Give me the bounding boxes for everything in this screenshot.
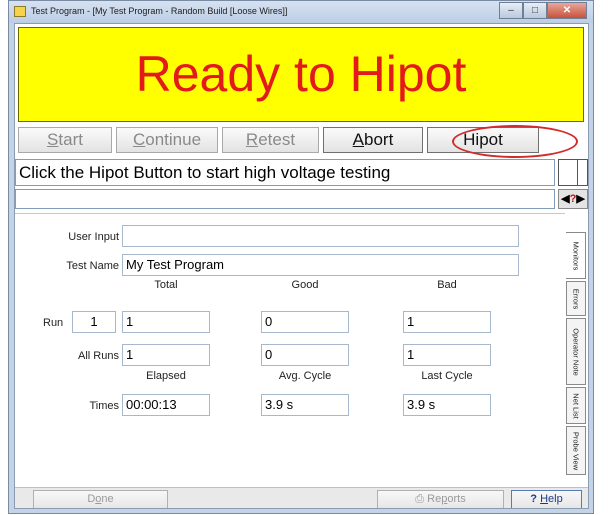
retest-button[interactable]: Retest [222, 127, 319, 153]
good-header: Good [291, 279, 319, 291]
last-cycle-field: 3.9 s [403, 394, 491, 416]
run-total-field: 1 [122, 311, 210, 333]
retest-button-label: etest [258, 130, 296, 149]
tab-net-list-label: Net List [571, 392, 581, 419]
instruction-message: Click the Hipot Button to start high vol… [15, 159, 555, 186]
tab-errors[interactable]: Errors [566, 281, 586, 316]
message-indicator-box [558, 159, 588, 186]
done-label-post: ne [101, 493, 114, 505]
times-label: Times [89, 400, 119, 412]
test-name-field[interactable]: My Test Program [122, 254, 519, 276]
abort-button-label: bort [364, 130, 394, 149]
close-button[interactable]: ✕ [547, 2, 587, 19]
avg-cycle-header: Avg. Cycle [278, 370, 332, 382]
elapsed-header: Elapsed [146, 370, 186, 382]
total-header: Total [154, 279, 178, 291]
continue-button[interactable]: Continue [116, 127, 218, 153]
test-toolbar: Start Continue Retest Abort Hipot [18, 127, 543, 155]
tab-net-list[interactable]: Net List [566, 387, 586, 424]
run-good-field: 0 [261, 311, 349, 333]
user-input-label: User Input [68, 231, 119, 243]
done-button[interactable]: Done [33, 490, 168, 508]
message-nav[interactable]: ◀?▶ [558, 189, 588, 209]
prev-arrow-icon[interactable]: ◀ [561, 193, 569, 205]
help-label-post: elp [548, 493, 563, 505]
start-button-label: tart [58, 130, 83, 149]
reports-label-pre: Re [424, 493, 442, 505]
tab-monitors-label: Monitors [571, 241, 580, 270]
printer-icon: ⎙ [415, 493, 425, 505]
start-button-accel: S [47, 130, 59, 149]
tab-probe-view[interactable]: Probe View [566, 426, 586, 475]
continue-button-label: ontinue [145, 130, 202, 149]
run-bad-field: 1 [403, 311, 491, 333]
elapsed-field: 00:00:13 [122, 394, 210, 416]
user-input-field[interactable] [122, 225, 519, 247]
maximize-button[interactable]: □ [523, 2, 547, 19]
tab-operator-note[interactable]: Operator Note [566, 318, 586, 385]
all-runs-bad-field: 1 [403, 344, 491, 366]
help-button[interactable]: ? Help [511, 490, 582, 508]
bottom-bar: Done ⎙ Reports ? Help [15, 487, 588, 508]
avg-cycle-field: 3.9 s [261, 394, 349, 416]
monitors-panel: User Input Test Name My Test Program Tot… [15, 213, 565, 484]
status-banner: Ready to Hipot [18, 27, 584, 122]
abort-button[interactable]: Abort [323, 127, 423, 153]
bad-header: Bad [437, 279, 457, 291]
test-name-label: Test Name [66, 260, 119, 272]
tab-errors-label: Errors [571, 288, 581, 309]
reports-label-post: orts [447, 493, 466, 505]
continue-button-accel: C [132, 130, 146, 149]
reports-button[interactable]: ⎙ Reports [377, 490, 504, 508]
app-window: Test Program - [My Test Program - Random… [8, 0, 594, 514]
title-bar[interactable]: Test Program - [My Test Program - Random… [9, 1, 593, 23]
tab-probe-view-label: Probe View [571, 431, 581, 470]
secondary-message [15, 189, 555, 209]
help-accel: H [540, 493, 549, 505]
main-content: Ready to Hipot Start Continue Retest Abo… [14, 23, 589, 509]
last-cycle-header: Last Cycle [421, 370, 473, 382]
retest-button-accel: R [245, 130, 259, 149]
window-title: Test Program - [My Test Program - Random… [31, 6, 288, 16]
minimize-button[interactable]: – [499, 2, 523, 19]
app-icon [14, 6, 26, 17]
status-banner-text: Ready to Hipot [135, 46, 467, 102]
all-runs-good-field: 0 [261, 344, 349, 366]
run-label: Run [43, 317, 64, 329]
abort-button-accel: A [352, 130, 365, 149]
all-runs-total-field: 1 [122, 344, 210, 366]
hipot-button[interactable]: Hipot [427, 127, 539, 153]
window-controls: – □ ✕ [499, 2, 587, 20]
tab-operator-note-label: Operator Note [571, 327, 581, 376]
start-button[interactable]: Start [18, 127, 112, 153]
all-runs-label: All Runs [78, 350, 119, 362]
run-number-field[interactable]: 1 [72, 311, 116, 333]
help-icon: ? [530, 493, 538, 505]
indicator-divider [577, 160, 578, 185]
next-arrow-icon[interactable]: ▶ [576, 193, 584, 205]
tab-monitors[interactable]: Monitors [566, 232, 586, 279]
